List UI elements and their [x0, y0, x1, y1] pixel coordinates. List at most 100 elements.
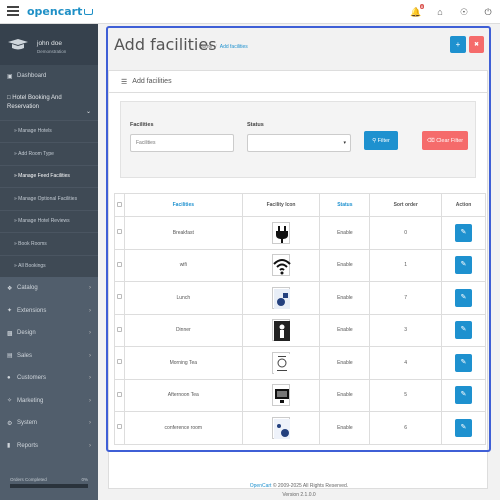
table-header-row: Facilities Facility Icon Status Sort ord…: [114, 193, 486, 217]
footer: OpenCart © 2009-2025 All Rights Reserved…: [98, 483, 500, 498]
opencart-logo[interactable]: opencart: [27, 5, 94, 18]
table-row: conference room Enable 6 ✎: [114, 411, 486, 445]
facility-name-cell: wifi: [123, 248, 243, 282]
table-row: Afternoon Tea Enable 5 ✎: [114, 378, 486, 412]
add-button[interactable]: +: [450, 36, 466, 53]
chevron-right-icon: ›: [89, 352, 91, 359]
plug-icon: [272, 221, 291, 244]
sidebar-item-system[interactable]: ⚙ System ›: [0, 412, 98, 435]
edit-button[interactable]: ✎: [455, 321, 473, 340]
notifications-bell-icon[interactable]: 🔔 8: [404, 0, 428, 24]
sort-order-cell: 6: [369, 411, 443, 445]
column-facilities[interactable]: Facilities: [123, 193, 243, 217]
sidebar-item-dashboard[interactable]: ▣ Dashboard: [0, 65, 98, 88]
facilities-filter-label: Facilities: [130, 122, 154, 128]
pencil-icon: ✎: [460, 423, 467, 431]
row-checkbox-cell: [114, 248, 125, 282]
facility-icon-cell: [241, 346, 321, 380]
action-cell: ✎: [441, 346, 486, 380]
monitor-icon: [272, 384, 291, 407]
plus-icon: +: [455, 40, 461, 49]
column-sort-order[interactable]: Sort order: [369, 193, 443, 217]
sidebar: john doe Demonstration ▣ Dashboard □ Hote…: [0, 24, 98, 500]
sidebar-subitem-add-room-type[interactable]: » Add Room Type: [0, 142, 98, 165]
row-checkbox[interactable]: [116, 326, 122, 332]
logout-icon[interactable]: ⏻: [476, 0, 500, 24]
avatar: [8, 39, 28, 50]
pencil-icon: ✎: [460, 293, 467, 301]
breadcrumb-home-link[interactable]: Home: [199, 44, 212, 50]
sort-order-cell: 1: [369, 248, 443, 282]
row-checkbox[interactable]: [116, 359, 122, 365]
facility-name-cell: Afternoon Tea: [123, 378, 243, 412]
menu-toggle-icon[interactable]: [7, 6, 19, 16]
facility-name-cell: Dinner: [123, 313, 243, 347]
facility-icon-cell: [241, 411, 321, 445]
sidebar-item-hotel-booking[interactable]: □ Hotel Booking And Reservation ⌄: [0, 87, 98, 120]
sidebar-item-sales[interactable]: ▤ Sales ›: [0, 345, 98, 368]
footer-copyright: © 2009-2025 All Rights Reserved.: [272, 483, 349, 489]
sidebar-subitem-manage-hotels[interactable]: » Manage Hotels: [0, 119, 98, 142]
sidebar-item-marketing[interactable]: ✧ Marketing ›: [0, 390, 98, 413]
wifi-icon: [272, 254, 291, 277]
row-checkbox[interactable]: [116, 294, 122, 300]
eraser-icon: ⌫: [426, 137, 437, 144]
row-checkbox-cell: [114, 411, 125, 445]
chevron-right-icon: ›: [89, 420, 91, 427]
table-row: Morning Tea Enable 4 ✎: [114, 346, 486, 380]
orders-percent: 0%: [81, 477, 88, 482]
help-lifebuoy-icon[interactable]: ☉: [452, 0, 476, 24]
row-checkbox-cell: [114, 216, 125, 250]
status-filter-select[interactable]: ▾: [247, 134, 351, 152]
edit-button[interactable]: ✎: [455, 418, 473, 437]
breadcrumb-current-link[interactable]: Add facilities: [220, 44, 248, 50]
delete-button[interactable]: ✖: [469, 36, 484, 53]
select-all-checkbox[interactable]: [116, 201, 122, 207]
sidebar-subitem-manage-hotel-reviews[interactable]: » Manage Hotel Reviews: [0, 209, 98, 232]
sidebar-subitem-book-rooms[interactable]: » Book Rooms: [0, 232, 98, 255]
status-cell: Enable: [319, 378, 371, 412]
facilities-filter-input[interactable]: [130, 134, 234, 152]
facility-icon-cell: [241, 378, 321, 412]
user-profile: john doe Demonstration: [0, 24, 98, 65]
row-checkbox[interactable]: [116, 391, 122, 397]
home-icon[interactable]: ⌂: [428, 0, 452, 24]
column-facility-icon: Facility Icon: [241, 193, 321, 217]
breadcrumb: Home / Add facilities: [199, 44, 248, 50]
sidebar-subitem-manage-feed-facilities[interactable]: » Manage Feed Facilities: [0, 164, 98, 187]
sidebar-item-extensions[interactable]: ✦ Extensions ›: [0, 300, 98, 323]
gear-icon: ⚙: [7, 420, 13, 427]
clear-filter-button[interactable]: ⌫ Clear Filter: [422, 131, 468, 150]
sort-order-cell: 4: [369, 346, 443, 380]
sidebar-item-customers[interactable]: ● Customers ›: [0, 367, 98, 390]
sidebar-item-catalog[interactable]: ❖ Catalog ›: [0, 277, 98, 300]
edit-button[interactable]: ✎: [455, 386, 473, 405]
bar-chart-icon: ▮: [7, 443, 11, 450]
facility-icon-cell: [241, 281, 321, 315]
footer-brand-link[interactable]: OpenCart: [250, 483, 272, 489]
row-checkbox[interactable]: [116, 424, 122, 430]
sidebar-subitem-all-bookings[interactable]: » All Bookings: [0, 254, 98, 277]
sidebar-item-design[interactable]: ▩ Design ›: [0, 322, 98, 345]
filter-button[interactable]: ⚲ Filter: [364, 131, 398, 150]
sidebar-item-reports[interactable]: ▮ Reports ›: [0, 435, 98, 458]
table-row: Lunch Enable 7 ✎: [114, 281, 486, 315]
row-checkbox[interactable]: [116, 229, 122, 235]
edit-button[interactable]: ✎: [455, 288, 473, 307]
action-cell: ✎: [441, 378, 486, 412]
status-cell: Enable: [319, 313, 371, 347]
dinner-icon: [272, 319, 291, 342]
chevron-right-icon: ›: [89, 330, 91, 337]
edit-button[interactable]: ✎: [455, 353, 473, 372]
sort-order-cell: 0: [369, 216, 443, 250]
status-cell: Enable: [319, 216, 371, 250]
row-checkbox[interactable]: [116, 261, 122, 267]
edit-button[interactable]: ✎: [455, 256, 473, 275]
facility-name-cell: Lunch: [123, 281, 243, 315]
conference-icon: [272, 416, 291, 439]
edit-button[interactable]: ✎: [455, 223, 473, 242]
table-row: wifi Enable 1 ✎: [114, 248, 486, 282]
column-status[interactable]: Status: [319, 193, 371, 217]
sidebar-subitem-manage-optional-facilities[interactable]: » Manage Optional Facilities: [0, 187, 98, 210]
footer-version: Version 2.1.0.0: [282, 492, 316, 498]
